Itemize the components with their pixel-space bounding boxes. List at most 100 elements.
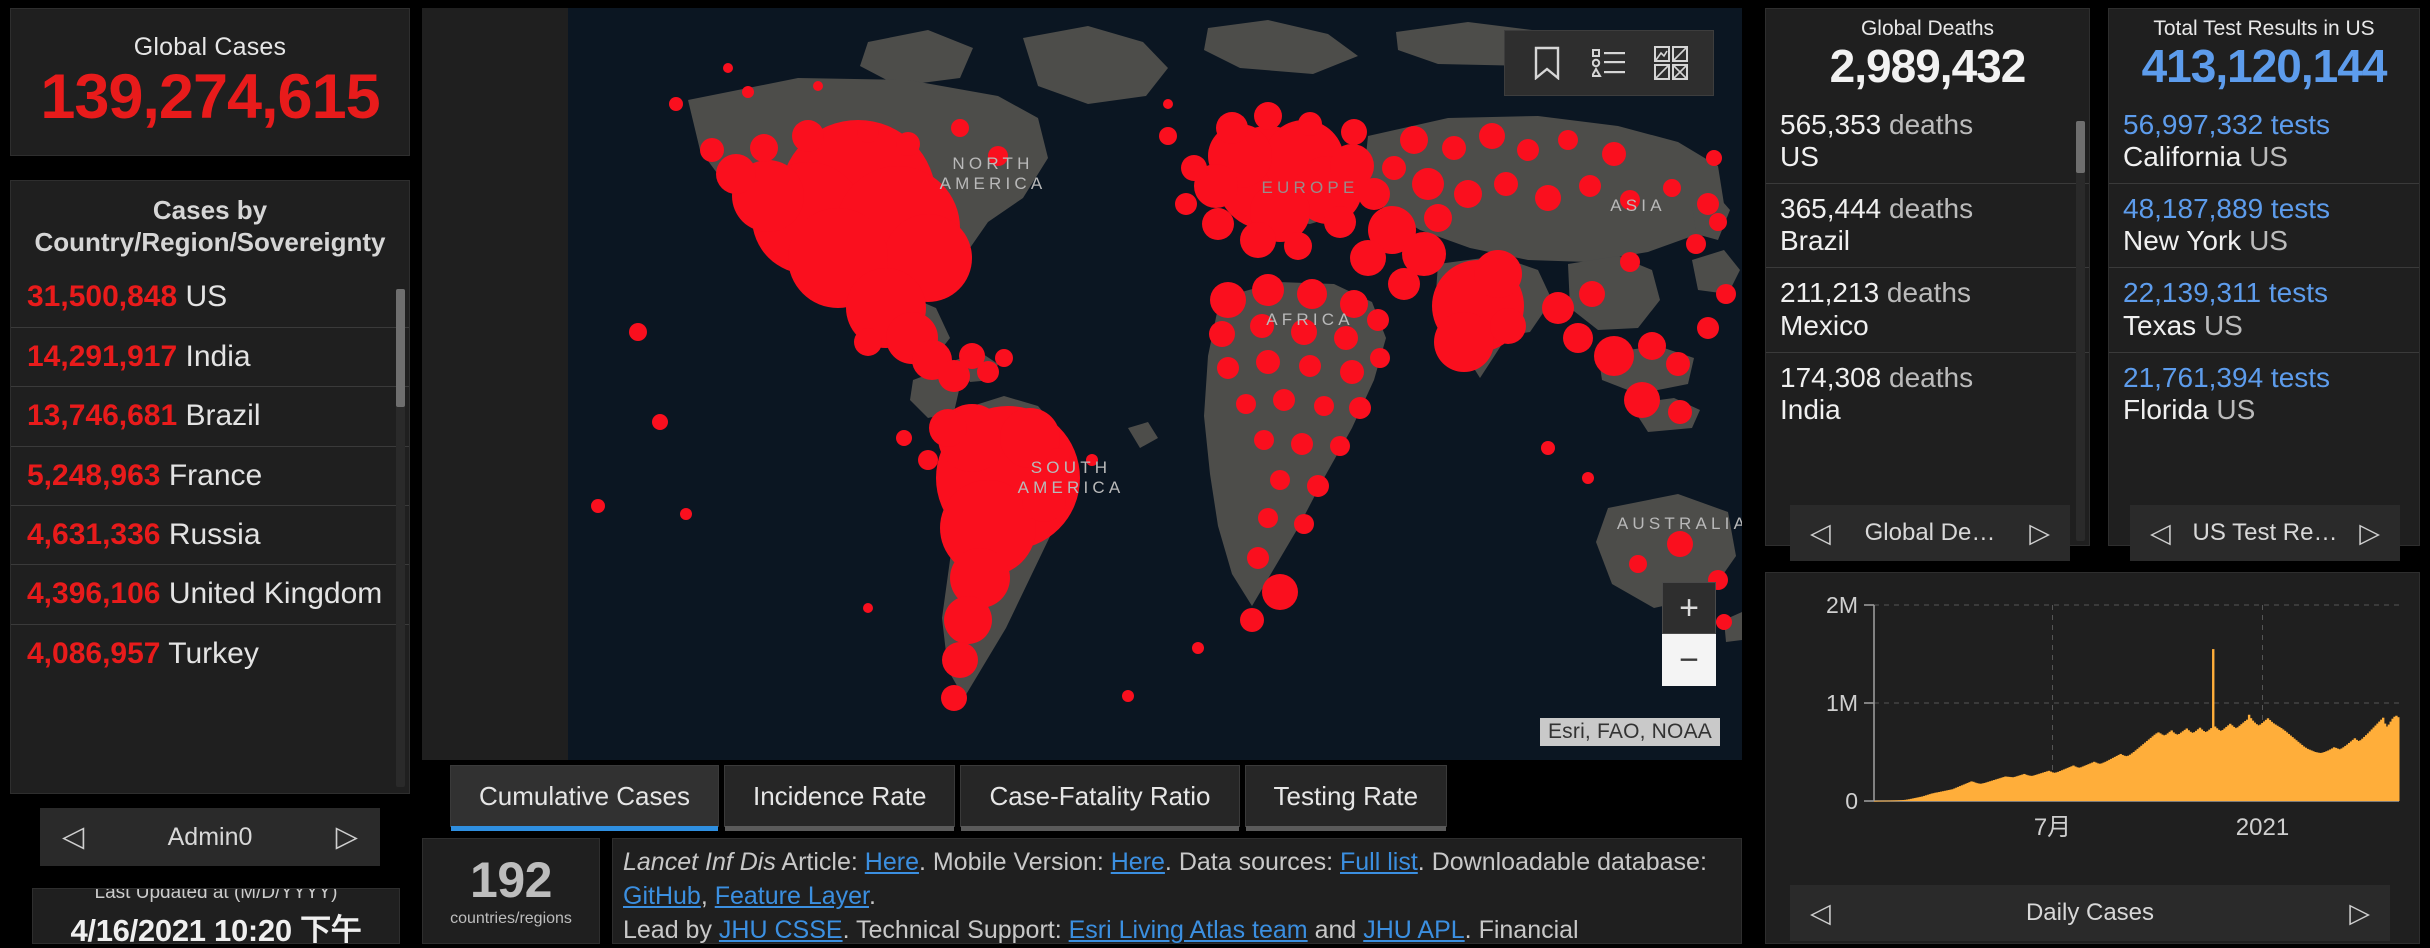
us-tests-row-country: US bbox=[2249, 225, 2288, 257]
global-deaths-row[interactable]: 365,444 deaths Brazil bbox=[1766, 182, 2089, 267]
legend-list-icon[interactable] bbox=[1585, 39, 1633, 87]
tab-underline bbox=[451, 826, 718, 831]
link-esri-living-atlas[interactable]: Esri Living Atlas team bbox=[1069, 916, 1308, 943]
us-tests-row[interactable]: 22,139,311 tests Texas US bbox=[2109, 267, 2419, 351]
world-map-card[interactable]: NORTH AMERICA EUROPE ASIA AFRICA SOUTH AME… bbox=[422, 8, 1742, 760]
global-deaths-list[interactable]: 565,353 deaths US 365,444 deaths Brazil 211,… bbox=[1766, 100, 2089, 437]
us-tests-header: Total Test Results in US 413,120,144 bbox=[2109, 9, 2419, 92]
info-text-3b: . Technical Support: bbox=[842, 916, 1069, 944]
x-axis-tick-label: 2021 bbox=[2236, 814, 2289, 841]
info-line-3: Lead by JHU CSSE. Technical Support: Esr… bbox=[623, 913, 1731, 944]
cases-by-country-value: 14,291,917 bbox=[27, 339, 178, 373]
cases-by-country-value: 5,248,963 bbox=[27, 458, 161, 492]
tab-cumulative-cases[interactable]: Cumulative Cases bbox=[450, 765, 719, 831]
basemap-gallery-icon[interactable] bbox=[1647, 39, 1695, 87]
chevron-right-icon[interactable]: ▷ bbox=[2349, 899, 2370, 927]
map-left-strip bbox=[422, 8, 568, 760]
map-tab-bar[interactable]: Cumulative Cases Incidence Rate Case-Fatal… bbox=[450, 765, 1452, 831]
tab-label: Incidence Rate bbox=[752, 781, 927, 811]
cases-by-country-row[interactable]: 31,500,848 US bbox=[11, 268, 409, 326]
map-canvas[interactable]: NORTH AMERICA EUROPE ASIA AFRICA SOUTH AME… bbox=[568, 8, 1742, 760]
global-deaths-row-name: US bbox=[1780, 140, 1819, 172]
cases-by-country-value: 4,396,106 bbox=[27, 577, 161, 611]
chevron-left-icon[interactable]: ◁ bbox=[1810, 519, 1831, 547]
cases-by-country-row[interactable]: 5,248,963 France bbox=[11, 445, 409, 505]
global-deaths-row-name: India bbox=[1780, 393, 1841, 425]
tab-label: Cumulative Cases bbox=[479, 781, 690, 811]
cases-by-country-row[interactable]: 4,086,957 Turkey bbox=[11, 623, 409, 683]
scrollbar-thumb[interactable] bbox=[2076, 121, 2085, 173]
us-tests-row-country: US bbox=[2216, 393, 2256, 425]
global-deaths-row-value: 365,444 bbox=[1780, 192, 1882, 224]
cases-by-country-row[interactable]: 4,631,336 Russia bbox=[11, 505, 409, 564]
us-tests-row-value: 48,187,889 bbox=[2123, 192, 2264, 224]
map-zoom-controls[interactable]: + − bbox=[1662, 582, 1716, 686]
link-here-article[interactable]: Here bbox=[865, 848, 919, 876]
cases-by-country-row[interactable]: 4,396,106 United Kingdom bbox=[11, 564, 409, 623]
link-feature-layer[interactable]: Feature Layer bbox=[715, 882, 869, 910]
global-deaths-row-value: 211,213 bbox=[1780, 277, 1880, 309]
zoom-out-button[interactable]: − bbox=[1662, 634, 1716, 686]
chevron-left-icon[interactable]: ◁ bbox=[1810, 899, 1831, 927]
global-deaths-row[interactable]: 211,213 deaths Mexico bbox=[1766, 267, 2089, 351]
link-jhu-csse[interactable]: JHU CSSE bbox=[719, 916, 843, 943]
cases-by-country-name: US bbox=[185, 280, 228, 314]
global-deaths-label: Global Deaths bbox=[1860, 17, 1995, 40]
cases-by-country-list[interactable]: 31,500,848 US 14,291,917 India 13,746,681 … bbox=[11, 268, 409, 683]
us-tests-pager-label: US Test Re… bbox=[2192, 519, 2338, 546]
global-deaths-row[interactable]: 565,353 deaths US bbox=[1766, 100, 2089, 183]
scrollbar-thumb[interactable] bbox=[396, 289, 405, 407]
cases-by-country-value: 4,631,336 bbox=[27, 518, 161, 551]
global-deaths-row[interactable]: 174,308 deaths India bbox=[1766, 351, 2089, 436]
tab-case-fatality-ratio[interactable]: Case-Fatality Ratio bbox=[960, 765, 1240, 831]
info-text-3d: . Financial bbox=[1464, 916, 1579, 944]
map-attribution: Esri, FAO, NOAA bbox=[1539, 718, 1720, 746]
us-tests-row[interactable]: 48,187,889 tests New York US bbox=[2109, 182, 2419, 267]
us-tests-row-unit: tests bbox=[2270, 108, 2331, 140]
global-deaths-row-unit: deaths bbox=[1889, 108, 1974, 140]
chevron-left-icon[interactable]: ◁ bbox=[2150, 519, 2171, 547]
tab-incidence-rate[interactable]: Incidence Rate bbox=[723, 765, 956, 831]
us-tests-row[interactable]: 56,997,332 tests California US bbox=[2109, 100, 2419, 183]
global-deaths-row-line1: 365,444 deaths bbox=[1780, 193, 2077, 225]
cases-by-country-row[interactable]: 14,291,917 India bbox=[11, 326, 409, 386]
left-column: Global Cases 139,274,615 Cases by Countr… bbox=[10, 8, 410, 944]
cases-by-country-name: Brazil bbox=[185, 399, 261, 433]
daily-cases-chart-svg: 0 1M 2M 7月 2021 bbox=[1766, 573, 2419, 863]
tab-underline bbox=[724, 826, 955, 831]
chevron-right-icon[interactable]: ▷ bbox=[2359, 519, 2380, 547]
us-tests-list[interactable]: 56,997,332 tests California US 48,187,889 … bbox=[2109, 100, 2419, 437]
admin-level-selector[interactable]: ◁ Admin0 ▷ bbox=[40, 808, 380, 866]
zoom-in-button[interactable]: + bbox=[1662, 582, 1716, 634]
covid-dashboard: Global Cases 139,274,615 Cases by Countr… bbox=[0, 0, 2430, 948]
deaths-list-scrollbar[interactable] bbox=[2076, 121, 2085, 541]
us-tests-row-country: US bbox=[2249, 140, 2288, 172]
us-tests-row-country: US bbox=[2203, 309, 2243, 341]
us-tests-row-line1: 56,997,332 tests bbox=[2123, 109, 2407, 141]
map-tools-bar[interactable] bbox=[1504, 30, 1714, 96]
info-text-1c: . Data sources: bbox=[1164, 848, 1340, 876]
link-here-mobile[interactable]: Here bbox=[1111, 848, 1165, 876]
tab-testing-rate[interactable]: Testing Rate bbox=[1244, 765, 1448, 831]
chevron-right-icon[interactable]: ▷ bbox=[2029, 519, 2050, 547]
daily-cases-pager[interactable]: ◁ Daily Cases ▷ bbox=[1790, 885, 2390, 941]
us-tests-row[interactable]: 21,761,394 tests Florida US bbox=[2109, 351, 2419, 436]
chevron-right-icon[interactable]: ▷ bbox=[336, 822, 358, 852]
us-tests-row-state: Texas bbox=[2123, 309, 2197, 341]
countries-count-value: 192 bbox=[470, 851, 552, 908]
us-tests-pager[interactable]: ◁ US Test Re… ▷ bbox=[2130, 505, 2400, 561]
us-tests-row-line1: 22,139,311 tests bbox=[2123, 277, 2407, 309]
cases-by-country-row[interactable]: 13,746,681 Brazil bbox=[11, 386, 409, 445]
global-deaths-pager[interactable]: ◁ Global De… ▷ bbox=[1790, 505, 2070, 561]
bookmark-icon[interactable] bbox=[1523, 39, 1571, 87]
link-jhu-apl[interactable]: JHU APL bbox=[1363, 916, 1464, 943]
link-full-list[interactable]: Full list bbox=[1340, 848, 1418, 876]
global-cases-value: 139,274,615 bbox=[40, 62, 380, 133]
cases-list-scrollbar[interactable] bbox=[396, 289, 405, 787]
chevron-left-icon[interactable]: ◁ bbox=[62, 822, 84, 852]
last-updated-card: Last Updated at (M/D/YYYY) 4/16/2021 10:… bbox=[32, 888, 400, 944]
link-github[interactable]: GitHub bbox=[623, 882, 701, 910]
cases-by-country-value: 13,746,681 bbox=[27, 399, 178, 433]
us-tests-row-value: 22,139,311 bbox=[2123, 277, 2262, 309]
x-axis-tick-label: 7月 bbox=[2034, 814, 2071, 841]
